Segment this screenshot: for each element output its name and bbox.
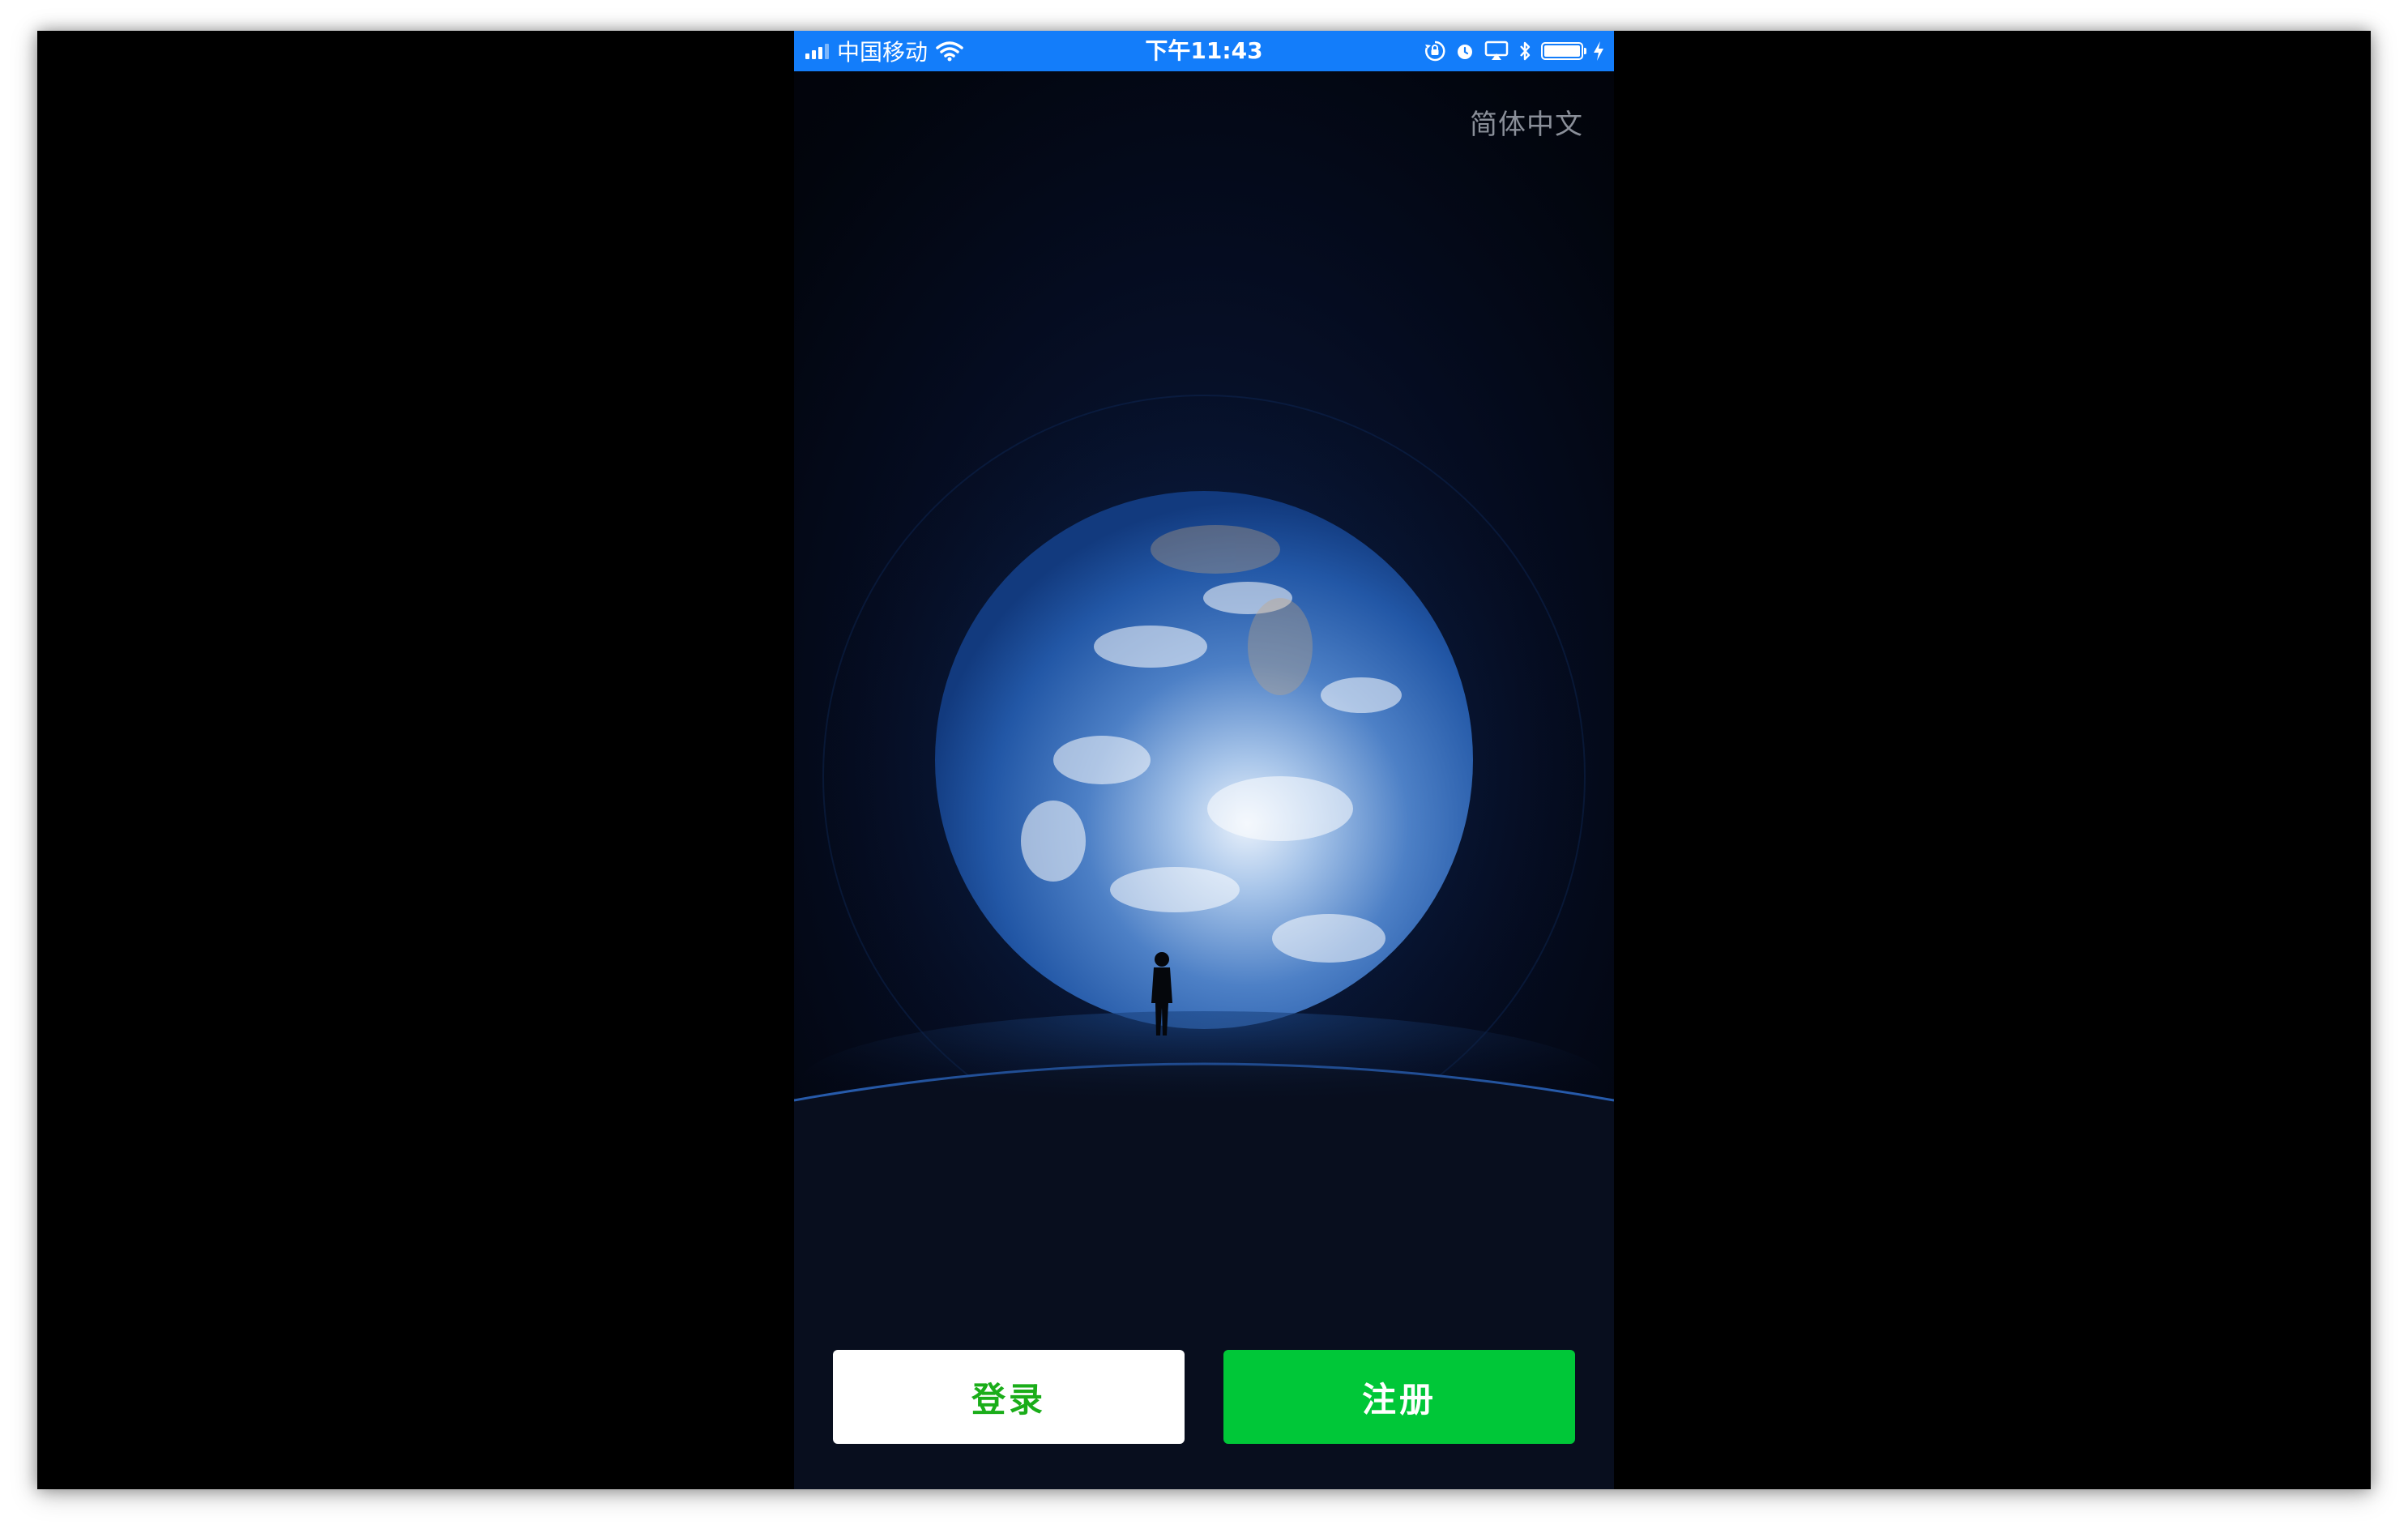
status-bar-left: 中国移动 [805, 31, 963, 71]
status-bar: 中国移动 下午11:43 [794, 31, 1614, 71]
rotation-lock-icon [1425, 41, 1445, 62]
app-window: 中国移动 下午11:43 简体中文 登录 注册 [37, 31, 2371, 1489]
carrier-name: 中国移动 [837, 39, 929, 66]
signal-icon [805, 43, 829, 59]
airplay-icon [1484, 41, 1509, 60]
login-button[interactable]: 登录 [833, 1350, 1185, 1444]
battery-icon [1541, 42, 1586, 60]
bluetooth-icon [1520, 41, 1531, 61]
status-bar-right [1424, 31, 1604, 71]
language-selector[interactable]: 简体中文 [1470, 102, 1583, 142]
earth-background-illustration [794, 355, 1614, 1489]
action-buttons: 登录 注册 [833, 1350, 1575, 1444]
wifi-icon [936, 41, 963, 62]
phone-screen: 中国移动 下午11:43 简体中文 登录 注册 [794, 31, 1614, 1489]
register-button[interactable]: 注册 [1223, 1350, 1575, 1444]
alarm-icon [1458, 45, 1472, 59]
charging-icon [1594, 41, 1603, 61]
